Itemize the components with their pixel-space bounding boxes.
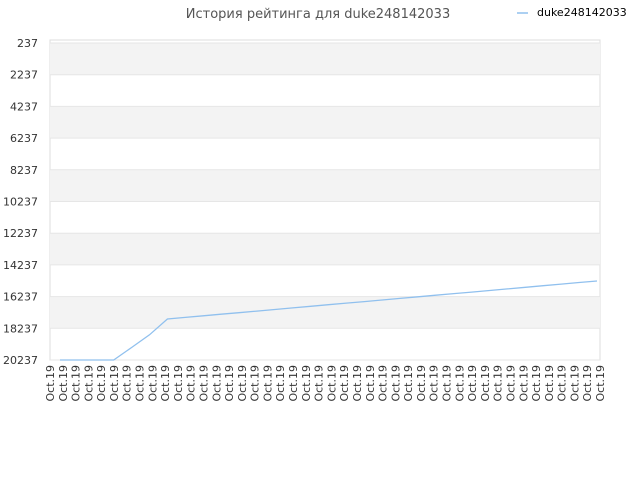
x-tick-label: Oct.19 xyxy=(274,365,287,402)
y-tick-label: 2237 xyxy=(10,69,38,82)
y-tick-label: 20237 xyxy=(3,354,38,367)
x-tick-label: Oct.19 xyxy=(351,365,364,402)
legend-label: duke248142033 xyxy=(537,6,627,19)
x-tick-label: Oct.19 xyxy=(492,365,505,402)
grid-band xyxy=(50,169,600,202)
x-tick-label: Oct.19 xyxy=(581,365,594,402)
y-tick-label: 8237 xyxy=(10,164,38,177)
x-tick-label: Oct.19 xyxy=(594,365,607,402)
x-tick-label: Oct.19 xyxy=(249,365,262,402)
y-tick-label: 12237 xyxy=(3,227,38,240)
legend[interactable]: duke248142033 xyxy=(517,6,627,19)
x-tick-label: Oct.19 xyxy=(261,365,274,402)
x-tick-label: Oct.19 xyxy=(185,365,198,402)
chart-title: История рейтинга для duke248142033 xyxy=(186,7,450,22)
x-tick-label: Oct.19 xyxy=(377,365,390,402)
x-tick-label: Oct.19 xyxy=(121,365,134,402)
y-tick-label: 6237 xyxy=(10,132,38,145)
x-tick-label: Oct.19 xyxy=(313,365,326,402)
x-tick-label: Oct.19 xyxy=(223,365,236,402)
x-tick-label: Oct.19 xyxy=(364,365,377,402)
x-tick-label: Oct.19 xyxy=(428,365,441,402)
x-tick-label: Oct.19 xyxy=(197,365,210,402)
x-tick-label: Oct.19 xyxy=(466,365,479,402)
x-tick-label: Oct.19 xyxy=(146,365,159,402)
x-tick-label: Oct.19 xyxy=(134,365,147,402)
grid-band xyxy=(50,106,600,139)
plot-area: 237 2237 4237 6237 8237 10237 12237 14237 16237 1… xyxy=(3,37,607,402)
x-tick-label: Oct.19 xyxy=(543,365,556,402)
y-tick-label: 16237 xyxy=(3,291,38,304)
grid-band xyxy=(50,296,600,329)
x-tick-label: Oct.19 xyxy=(556,365,569,402)
x-tick-label: Oct.19 xyxy=(57,365,70,402)
x-tick-label: Oct.19 xyxy=(44,365,57,402)
x-tick-label: Oct.19 xyxy=(236,365,249,402)
x-tick-label: Oct.19 xyxy=(530,365,543,402)
x-tick-label: Oct.19 xyxy=(568,365,581,402)
y-tick-label: 14237 xyxy=(3,259,38,272)
x-tick-label: Oct.19 xyxy=(287,365,300,402)
grid-band xyxy=(50,43,600,75)
x-tick-label: Oct.19 xyxy=(517,365,530,402)
x-tick-label: Oct.19 xyxy=(453,365,466,402)
x-tick-label: Oct.19 xyxy=(415,365,428,402)
x-tick-label: Oct.19 xyxy=(300,365,313,402)
x-tick-label: Oct.19 xyxy=(159,365,172,402)
x-tick-label: Oct.19 xyxy=(441,365,454,402)
y-tick-label: 10237 xyxy=(3,196,38,209)
y-tick-label: 237 xyxy=(17,37,38,50)
x-tick-label: Oct.19 xyxy=(338,365,351,402)
x-tick-label: Oct.19 xyxy=(402,365,415,402)
y-tick-label: 18237 xyxy=(3,322,38,335)
x-tick-label: Oct.19 xyxy=(172,365,185,402)
x-tick-label: Oct.19 xyxy=(325,365,338,402)
x-tick-label: Oct.19 xyxy=(504,365,517,402)
y-tick-label: 4237 xyxy=(10,100,38,113)
x-tick-label: Oct.19 xyxy=(479,365,492,402)
x-tick-label: Oct.19 xyxy=(108,365,121,402)
x-tick-label: Oct.19 xyxy=(95,365,108,402)
grid-band xyxy=(50,233,600,265)
x-tick-label: Oct.19 xyxy=(389,365,402,402)
x-tick-label: Oct.19 xyxy=(82,365,95,402)
x-tick-label: Oct.19 xyxy=(70,365,83,402)
rating-history-chart: История рейтинга для duke248142033 duke2… xyxy=(3,6,627,402)
x-tick-label: Oct.19 xyxy=(210,365,223,402)
